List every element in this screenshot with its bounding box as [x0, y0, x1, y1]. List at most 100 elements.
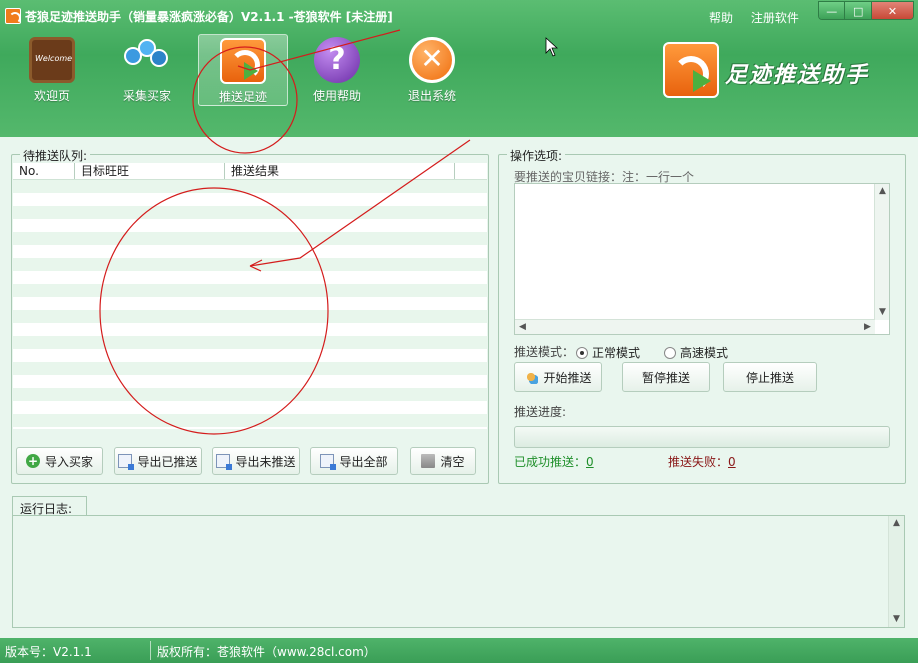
column-header-result[interactable]: 推送结果	[225, 163, 455, 179]
log-vertical-scrollbar[interactable]: ▲ ▼	[888, 516, 904, 627]
column-header-target[interactable]: 目标旺旺	[75, 163, 225, 179]
export-pushed-label: 导出已推送	[137, 454, 198, 469]
export-doc-icon	[320, 454, 337, 470]
export-pushed-button[interactable]: 导出已推送	[114, 447, 202, 475]
links-vertical-scrollbar[interactable]: ▲ ▼	[874, 184, 889, 320]
export-unpushed-button[interactable]: 导出未推送	[212, 447, 300, 475]
stop-push-button[interactable]: 停止推送	[723, 362, 817, 392]
minimize-button[interactable]: —	[819, 2, 846, 19]
toolbar-push-footprint[interactable]: 推送足迹	[198, 34, 288, 106]
plus-icon: +	[25, 454, 40, 468]
clear-label: 清空	[440, 454, 465, 469]
toolbar-label: 采集买家	[122, 89, 171, 103]
import-buyers-button[interactable]: + 导入买家	[16, 447, 103, 475]
pause-push-label: 暂停推送	[641, 370, 690, 385]
brand-logo: 足迹推送助手	[663, 42, 913, 100]
import-buyers-label: 导入买家	[44, 454, 93, 469]
scroll-left-icon[interactable]: ◀	[515, 320, 530, 335]
links-textarea[interactable]: ▲ ▼ ◀ ▶	[514, 183, 890, 335]
column-header-empty	[455, 163, 487, 179]
maximize-button[interactable]: □	[845, 2, 872, 19]
exit-icon: ✕	[409, 37, 455, 83]
log-tab[interactable]: 运行日志:	[12, 496, 87, 516]
help-link[interactable]: 帮助	[709, 11, 733, 25]
fail-count: 0	[728, 455, 736, 469]
register-link[interactable]: 注册软件	[751, 11, 799, 25]
toolbar-collect-buyers[interactable]: 采集买家	[102, 34, 192, 106]
queue-list-body	[13, 180, 487, 427]
mode-fast-label: 高速模式	[680, 346, 729, 360]
export-all-label: 导出全部	[339, 454, 388, 469]
links-label: 要推送的宝贝链接：	[514, 170, 623, 184]
list-item	[13, 297, 487, 310]
window-title: 苍狼足迹推送助手（销量暴涨疯涨必备）V2.1.1 -苍狼软件 [未注册]	[25, 10, 393, 24]
radio-selected-icon	[576, 346, 588, 359]
list-item	[13, 284, 487, 297]
scroll-up-icon[interactable]: ▲	[875, 184, 890, 199]
column-header-no[interactable]: No.	[13, 163, 75, 179]
export-doc-icon	[216, 454, 233, 470]
list-item	[13, 271, 487, 284]
success-count: 0	[586, 455, 594, 469]
users-icon	[124, 37, 170, 83]
clear-button[interactable]: 清空	[410, 447, 476, 475]
app-logo-icon	[5, 8, 21, 24]
toolbar-label: 推送足迹	[218, 90, 267, 104]
rss-push-icon	[220, 38, 266, 84]
scroll-down-icon[interactable]: ▼	[889, 612, 904, 627]
list-item	[13, 414, 487, 427]
export-doc-icon	[118, 454, 135, 470]
title-links: 帮助 注册软件	[709, 9, 813, 26]
scroll-up-icon[interactable]: ▲	[889, 516, 904, 531]
queue-title: 待推送队列:	[20, 147, 91, 164]
log-content	[13, 516, 904, 522]
queue-list-header: No. 目标旺旺 推送结果	[13, 163, 487, 180]
toolbar-label: 退出系统	[407, 89, 456, 103]
list-item	[13, 258, 487, 271]
queue-list[interactable]: No. 目标旺旺 推送结果	[13, 163, 487, 429]
pause-push-button[interactable]: 暂停推送	[622, 362, 710, 392]
close-button[interactable]: ✕	[871, 2, 913, 19]
mode-label: 推送模式：	[514, 345, 575, 359]
links-horizontal-scrollbar[interactable]: ◀ ▶	[515, 319, 875, 334]
radio-unselected-icon	[664, 346, 676, 359]
list-item	[13, 388, 487, 401]
export-unpushed-label: 导出未推送	[235, 454, 296, 469]
list-item	[13, 245, 487, 258]
list-item	[13, 349, 487, 362]
brand-rss-icon	[663, 42, 719, 98]
export-all-button[interactable]: 导出全部	[310, 447, 398, 475]
list-item	[13, 375, 487, 388]
list-item	[13, 180, 487, 193]
toolbar-label: 欢迎页	[33, 89, 70, 103]
version-text: 版本号：V2.1.1	[5, 645, 92, 659]
links-textarea-value	[515, 184, 889, 190]
list-item	[13, 336, 487, 349]
start-push-button[interactable]: 开始推送	[514, 362, 602, 392]
list-item	[13, 193, 487, 206]
status-separator	[150, 641, 151, 660]
toolbar-welcome[interactable]: 欢迎页	[7, 34, 97, 106]
list-item	[13, 323, 487, 336]
trash-icon	[421, 454, 436, 468]
success-count-row: 已成功推送：0	[514, 453, 594, 470]
mode-normal-radio[interactable]: 正常模式	[576, 344, 640, 361]
success-label: 已成功推送：	[514, 455, 587, 469]
fail-label: 推送失败：	[668, 455, 729, 469]
list-item	[13, 232, 487, 245]
list-item	[13, 310, 487, 323]
toolbar-help[interactable]: ? 使用帮助	[292, 34, 382, 106]
options-title: 操作选项:	[507, 147, 566, 164]
list-item	[13, 206, 487, 219]
scroll-down-icon[interactable]: ▼	[875, 305, 890, 320]
status-bar: 版本号：V2.1.1 版权所有：苍狼软件（www.28cl.com）	[0, 638, 918, 663]
log-textarea[interactable]: ▲ ▼	[12, 515, 905, 628]
mode-fast-radio[interactable]: 高速模式	[664, 344, 728, 361]
title-bar: 苍狼足迹推送助手（销量暴涨疯涨必备）V2.1.1 -苍狼软件 [未注册] 帮助 …	[0, 0, 918, 30]
toolbar-banner: 苍狼足迹推送助手（销量暴涨疯涨必备）V2.1.1 -苍狼软件 [未注册] 帮助 …	[0, 0, 918, 137]
scroll-right-icon[interactable]: ▶	[860, 320, 875, 335]
start-push-label: 开始推送	[543, 370, 592, 385]
window-controls: — □ ✕	[818, 1, 914, 20]
toolbar-label: 使用帮助	[312, 89, 361, 103]
toolbar-exit[interactable]: ✕ 退出系统	[387, 34, 477, 106]
